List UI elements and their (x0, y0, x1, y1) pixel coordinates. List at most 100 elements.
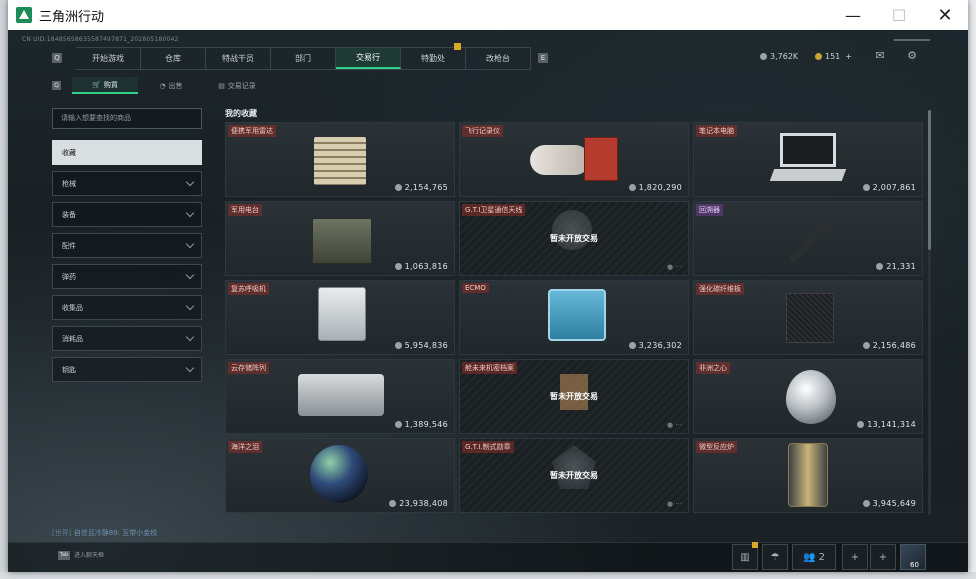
item-image (786, 293, 834, 343)
tab-warehouse[interactable]: 仓库 (141, 48, 206, 69)
add-currency-button[interactable]: + (845, 52, 852, 61)
minimize-button[interactable]: — (830, 0, 876, 30)
silver-coin-icon (394, 184, 402, 191)
item-name: 便携军用雷达 (228, 125, 276, 137)
scrollbar-thumb[interactable] (928, 110, 931, 250)
item-image (584, 137, 618, 181)
item-card[interactable]: 笔记本电脑 2,007,861 (693, 122, 923, 197)
item-card[interactable]: 便携军用雷达 2,154,765 (225, 122, 455, 197)
tab-special-ops[interactable]: 特勤处 (401, 48, 466, 69)
settings-gear-icon[interactable]: ⚙ (905, 50, 919, 62)
sub-tabs: 🛒 购買 ◔ 出售 ▤ 交易记录 (72, 77, 270, 94)
more-icon: ● ··· (666, 421, 682, 429)
locked-label: 暂未开放交易 (550, 471, 598, 480)
chat-hint: 进入聊天框 (74, 552, 105, 559)
chevron-down-icon (185, 177, 195, 187)
subtab-prev-key[interactable]: Q (52, 81, 61, 90)
item-card[interactable]: 海洋之泪 23,938,408 (225, 438, 455, 513)
silver-coin-icon (862, 500, 870, 507)
silver-amount: 3,762K (770, 52, 799, 61)
subtab-buy[interactable]: 🛒 购買 (72, 77, 138, 94)
item-card[interactable]: 强化碳纤维板 2,156,486 (693, 280, 923, 355)
silver-currency: 3,762K (760, 52, 798, 61)
item-price: 13,141,314 (857, 420, 916, 429)
item-name: 非洲之心 (696, 362, 730, 374)
silver-coin-icon (862, 342, 870, 349)
friends-button[interactable]: 👥 2 (792, 544, 836, 570)
search-input[interactable]: 请输入想要查找的商品 (52, 108, 202, 129)
gold-amount: 151 (825, 52, 841, 61)
top-nav: 开始游戏 仓库 特战干员 部门 交易行 特勤处 改枪台 (76, 47, 531, 70)
subtab-sell[interactable]: ◔ 出售 (138, 77, 204, 94)
item-name: 云存储阵列 (228, 362, 269, 374)
mail-icon[interactable]: ✉ (873, 50, 887, 62)
section-title: 我的收藏 (225, 109, 257, 118)
sidebar-item-consumables[interactable]: 消耗品 (52, 326, 202, 351)
item-card[interactable]: G.T.I.制式勋章 暂未开放交易 ● ··· (459, 438, 689, 513)
silver-coin-icon (876, 263, 884, 270)
tab-start-game[interactable]: 开始游戏 (76, 48, 141, 69)
tab-gunsmith[interactable]: 改枪台 (466, 48, 531, 69)
chat-message: 自信且冷静89: 互带小金校 (73, 529, 158, 537)
item-name: ECMO (462, 283, 489, 293)
subtab-history[interactable]: ▤ 交易记录 (204, 77, 270, 94)
umbrella-icon[interactable]: ☂ (762, 544, 788, 570)
add-button[interactable]: + (842, 544, 868, 570)
desktop-background (968, 0, 976, 579)
tab-department[interactable]: 部门 (271, 48, 336, 69)
more-icon: ● ··· (666, 263, 682, 271)
item-name: 军用电台 (228, 204, 262, 216)
item-price: 2,007,861 (862, 183, 916, 192)
chevron-down-icon (185, 270, 195, 280)
sidebar-item-ammo[interactable]: 弹药 (52, 264, 202, 289)
item-price: 3,945,649 (862, 499, 916, 508)
sidebar-item-keys[interactable]: 钥匙 (52, 357, 202, 382)
item-card[interactable]: 飞行记录仪 1,820,290 (459, 122, 689, 197)
app-window: 三角洲行动 — ☐ ✕ CN UID:18485658635587497871_… (8, 0, 968, 572)
sidebar-item-collectibles[interactable]: 收集品 (52, 295, 202, 320)
item-card[interactable]: 舱未来机密档案 暂未开放交易 ● ··· (459, 359, 689, 434)
maximize-button[interactable]: ☐ (876, 0, 922, 30)
silver-coin-icon (394, 421, 402, 428)
chevron-down-icon (185, 208, 195, 218)
chevron-down-icon (185, 239, 195, 249)
locked-label: 暂未开放交易 (550, 234, 598, 243)
item-image (787, 215, 837, 265)
item-price: 5,954,836 (394, 341, 448, 350)
chevron-down-icon (185, 363, 195, 373)
item-card[interactable]: 非洲之心 13,141,314 (693, 359, 923, 434)
item-name: 飞行记录仪 (462, 125, 503, 137)
silver-coin-icon (628, 342, 636, 349)
app-logo-icon (16, 7, 32, 23)
gold-currency: 151 + (815, 52, 852, 61)
sidebar-item-favorites[interactable]: 收藏 (52, 140, 202, 165)
nav-prev-key[interactable]: Q (52, 53, 62, 63)
item-image (312, 218, 372, 264)
item-card[interactable]: 复苏呼吸机 5,954,836 (225, 280, 455, 355)
item-card[interactable]: 云存储阵列 1,389,546 (225, 359, 455, 434)
sidebar-item-equipment[interactable]: 装备 (52, 202, 202, 227)
item-card[interactable]: 微型反应炉 3,945,649 (693, 438, 923, 513)
sidebar-item-attachments[interactable]: 配件 (52, 233, 202, 258)
item-price: 21,331 (876, 262, 916, 271)
item-image (780, 133, 836, 167)
gold-coin-icon (815, 53, 822, 60)
chevron-down-icon (185, 332, 195, 342)
chat-line: [世界] 自信且冷静89: 互带小金校 (52, 528, 157, 538)
item-image (786, 370, 836, 424)
friends-icon: 👥 (802, 551, 816, 563)
item-card[interactable]: G.T.I卫星通信天线 暂未开放交易 ● ··· (459, 201, 689, 276)
item-card[interactable]: ECMO 3,236,302 (459, 280, 689, 355)
chat-tab-key[interactable]: Tab (58, 551, 70, 560)
silver-coin-icon (628, 184, 636, 191)
item-card[interactable]: 军用电台 1,063,816 (225, 201, 455, 276)
divider (894, 39, 930, 41)
chevron-down-icon (185, 301, 195, 311)
sidebar-item-guns[interactable]: 枪械 (52, 171, 202, 196)
add-button[interactable]: + (870, 544, 896, 570)
nav-next-key[interactable]: E (538, 53, 548, 63)
item-card[interactable]: 回溯器 21,331 (693, 201, 923, 276)
tab-operators[interactable]: 特战干员 (206, 48, 271, 69)
tab-trading[interactable]: 交易行 (336, 48, 401, 69)
close-button[interactable]: ✕ (922, 0, 968, 30)
